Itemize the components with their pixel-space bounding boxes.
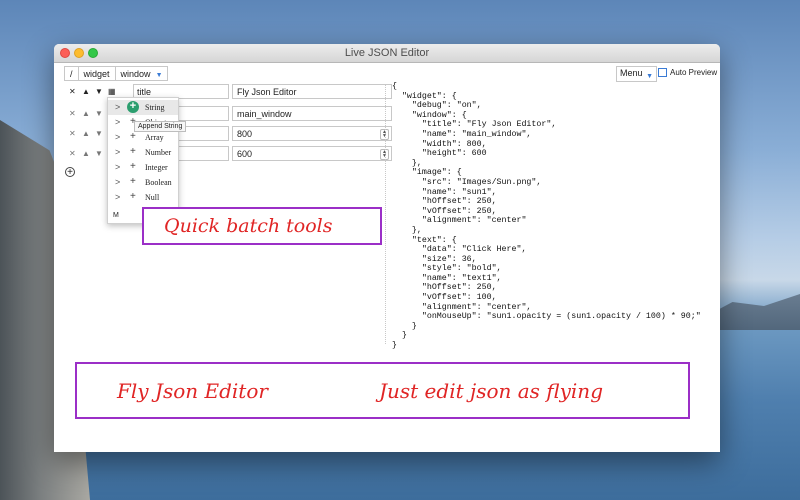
- plus-icon: +: [130, 191, 136, 202]
- chevron-right-icon: >: [115, 102, 121, 112]
- title-bar[interactable]: Live JSON Editor: [54, 44, 720, 63]
- move-up-icon[interactable]: ▲: [82, 129, 90, 138]
- value-text: 800: [237, 129, 253, 139]
- callout-tagline: Just edit json as flying: [379, 379, 603, 403]
- popup-item-label: Null: [145, 193, 160, 202]
- chevron-right-icon: >: [115, 147, 121, 157]
- chevron-down-icon: ▼: [155, 72, 163, 79]
- delete-icon[interactable]: ✕: [69, 109, 76, 118]
- popup-item-label: Number: [145, 148, 172, 157]
- plus-icon: +: [130, 131, 136, 142]
- chevron-right-icon: >: [115, 117, 121, 127]
- window-title: Live JSON Editor: [344, 47, 430, 59]
- add-item-button[interactable]: +: [65, 167, 75, 178]
- breadcrumb-window-label: window: [120, 69, 151, 79]
- move-up-icon[interactable]: ▲: [82, 149, 90, 158]
- popup-item-number[interactable]: > + Number: [108, 145, 178, 160]
- move-up-icon[interactable]: ▲: [82, 87, 90, 96]
- auto-preview-checkbox[interactable]: [658, 68, 667, 77]
- popup-item-null[interactable]: > + Null: [108, 190, 178, 205]
- chevron-right-icon: >: [115, 162, 121, 172]
- popup-item-label: Boolean: [145, 178, 172, 187]
- popup-item-integer[interactable]: > + Integer: [108, 160, 178, 175]
- tooltip: Append String: [134, 121, 187, 132]
- move-down-icon[interactable]: ▼: [95, 149, 103, 158]
- popup-item-string[interactable]: > + String: [108, 100, 178, 115]
- delete-icon[interactable]: ✕: [69, 87, 76, 96]
- json-preview[interactable]: { "widget": { "debug": "on", "window": {…: [392, 82, 701, 351]
- breadcrumb-widget[interactable]: widget: [77, 66, 116, 81]
- move-down-icon[interactable]: ▼: [95, 109, 103, 118]
- callout-banner: Fly Json Editor Just edit json as flying: [75, 362, 690, 419]
- type-popup-menu: > + String > + Object > + Array > + Numb…: [107, 97, 179, 224]
- popup-item-label: String: [145, 103, 165, 112]
- value-field[interactable]: 600 ▲ ▼: [232, 146, 392, 161]
- chevron-right-icon: >: [115, 132, 121, 142]
- chevron-right-icon: >: [115, 192, 121, 202]
- background-coast: [710, 294, 800, 330]
- plus-icon: +: [127, 101, 139, 113]
- delete-icon[interactable]: ✕: [69, 129, 76, 138]
- breadcrumb: / widget window ▼: [64, 66, 168, 81]
- callout-quick-batch-tools: Quick batch tools: [142, 207, 382, 245]
- value-field[interactable]: Fly Json Editor: [232, 84, 392, 99]
- value-text: 600: [237, 149, 253, 159]
- breadcrumb-root[interactable]: /: [64, 66, 79, 81]
- move-down-icon[interactable]: ▼: [95, 87, 103, 96]
- value-field[interactable]: 800 ▲ ▼: [232, 126, 392, 141]
- popup-item-array[interactable]: > + Array: [108, 130, 178, 145]
- popup-item-boolean[interactable]: > + Boolean: [108, 175, 178, 190]
- value-field[interactable]: main_window: [232, 106, 392, 121]
- callout-app-name: Fly Json Editor: [117, 379, 268, 403]
- breadcrumb-window[interactable]: window ▼: [114, 66, 168, 81]
- chevron-right-icon: >: [115, 177, 121, 187]
- auto-preview-toggle[interactable]: Auto Preview: [658, 68, 717, 77]
- menu-dropdown-label: Menu: [620, 68, 643, 78]
- menu-dropdown[interactable]: Menu ▼: [616, 66, 657, 82]
- popup-item-label: Integer: [145, 163, 168, 172]
- popup-footer: M: [113, 212, 119, 219]
- popup-item-label: Array: [145, 133, 164, 142]
- plus-icon: +: [130, 146, 136, 157]
- grid-icon[interactable]: ▦: [108, 87, 116, 96]
- move-down-icon[interactable]: ▼: [95, 129, 103, 138]
- plus-icon: +: [130, 161, 136, 172]
- move-up-icon[interactable]: ▲: [82, 109, 90, 118]
- auto-preview-label: Auto Preview: [670, 68, 718, 77]
- plus-icon: +: [130, 176, 136, 187]
- pane-divider[interactable]: [385, 84, 386, 344]
- delete-icon[interactable]: ✕: [69, 149, 76, 158]
